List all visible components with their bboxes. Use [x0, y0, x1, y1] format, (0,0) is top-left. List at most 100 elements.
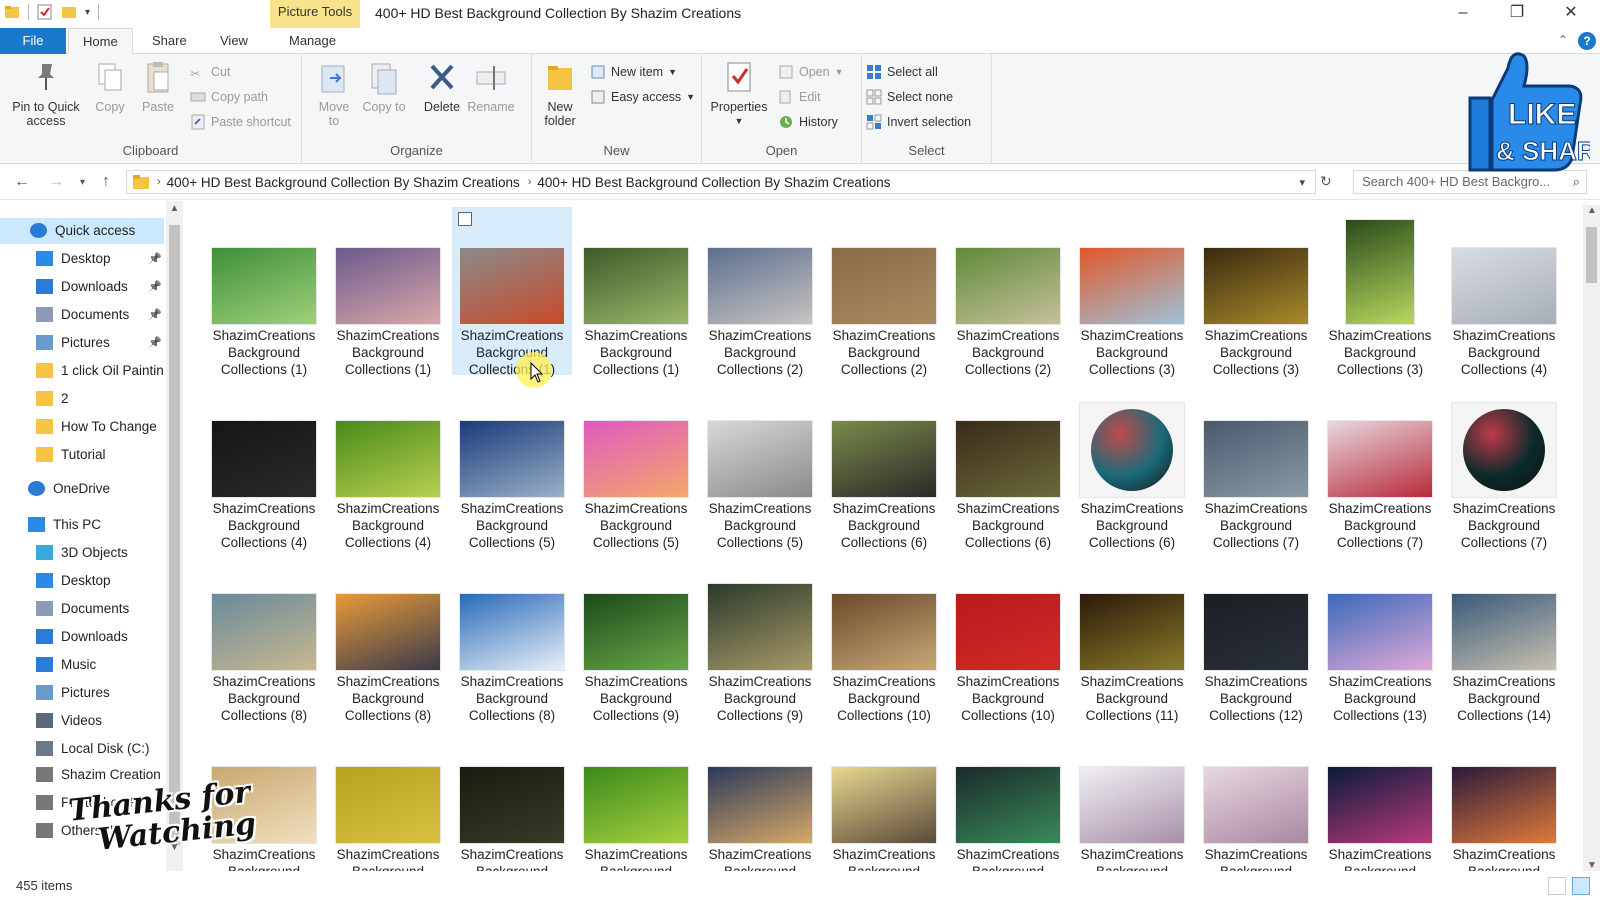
pin-icon[interactable]: 📌 [148, 302, 162, 328]
file-item[interactable]: ShazimCreations Background Collections (… [328, 380, 448, 550]
file-item[interactable]: ShazimCreations Background [1444, 726, 1564, 871]
item-checkbox[interactable] [458, 212, 472, 226]
file-item[interactable]: ShazimCreations Background Collections (… [1320, 380, 1440, 550]
file-item[interactable]: ShazimCreations Background Collections (… [1072, 553, 1192, 723]
scroll-up-icon[interactable]: ▲ [1587, 205, 1597, 216]
tab-share[interactable]: Share [138, 28, 201, 54]
file-item[interactable]: ShazimCreations Background Collections (… [948, 380, 1068, 550]
tab-manage[interactable]: Manage [275, 28, 350, 54]
new-item-button[interactable]: New item ▼ [590, 62, 677, 82]
history-button[interactable]: History [778, 112, 838, 132]
sidebar-item[interactable]: Videos [0, 708, 164, 734]
file-item[interactable]: ShazimCreations Background Collections (… [204, 553, 324, 723]
open-button[interactable]: Open ▼ [778, 62, 844, 82]
scrollbar-thumb[interactable] [169, 225, 180, 845]
properties-check-icon[interactable] [37, 4, 53, 20]
refresh-icon[interactable]: ↻ [1320, 173, 1332, 190]
sidebar-item[interactable]: Shazim Creation [0, 762, 164, 788]
forward-arrow-icon[interactable]: → [48, 173, 64, 191]
file-item[interactable]: ShazimCreations Background Collections (… [576, 380, 696, 550]
tab-file[interactable]: File [0, 28, 66, 54]
restore-button[interactable]: ❐ [1494, 0, 1540, 28]
sidebar-item[interactable]: Downloads 📌 [0, 274, 164, 300]
file-item[interactable]: ShazimCreations Background Collections (… [700, 207, 820, 377]
move-to-button[interactable]: Move to [312, 60, 356, 128]
file-item[interactable]: ShazimCreations Background Collections (… [576, 207, 696, 377]
recent-locations-chevron-icon[interactable]: ▾ [80, 177, 85, 188]
rename-button[interactable]: Rename [466, 60, 516, 114]
file-item[interactable]: ShazimCreations Background Collections (… [328, 207, 448, 377]
sidebar-item[interactable]: Pictures 📌 [0, 330, 164, 356]
file-item[interactable]: ShazimCreations Background Collections (… [328, 553, 448, 723]
sidebar-item[interactable]: Music [0, 652, 164, 678]
file-item[interactable]: ShazimCreations Background [328, 726, 448, 871]
file-item[interactable]: ShazimCreations Background [1196, 726, 1316, 871]
file-item[interactable]: ShazimCreations Background Collections (… [1196, 380, 1316, 550]
pin-icon[interactable]: 📌 [148, 246, 162, 272]
file-item[interactable]: ShazimCreations Background [1072, 726, 1192, 871]
file-item[interactable]: ShazimCreations Background [948, 726, 1068, 871]
copy-to-button[interactable]: Copy to [362, 60, 406, 114]
cut-button[interactable]: ✂ Cut [190, 62, 230, 82]
back-arrow-icon[interactable]: ← [14, 173, 30, 191]
file-item[interactable]: ShazimCreations Background Collections (… [824, 380, 944, 550]
minimize-button[interactable]: – [1440, 0, 1486, 28]
scroll-up-icon[interactable]: ▲ [166, 203, 183, 214]
content-scrollbar[interactable]: ▲ ▼ [1583, 205, 1600, 871]
file-item[interactable]: ShazimCreations Background Collections (… [452, 380, 572, 550]
file-item[interactable]: ShazimCreations Background Collections (… [204, 207, 324, 377]
file-item[interactable]: ShazimCreations Background Collections (… [700, 553, 820, 723]
sidebar-item[interactable]: Quick access [0, 218, 164, 244]
invert-selection-button[interactable]: Invert selection [866, 112, 971, 132]
select-all-button[interactable]: Select all [866, 62, 938, 82]
file-item[interactable]: ShazimCreations Background [576, 726, 696, 871]
sidebar-item[interactable]: Desktop [0, 568, 164, 594]
file-item[interactable]: ShazimCreations Background Collections (… [824, 207, 944, 377]
up-arrow-icon[interactable]: ↑ [102, 173, 110, 191]
properties-button[interactable]: Properties ▼ [708, 60, 770, 128]
sidebar-item[interactable]: Documents 📌 [0, 302, 164, 328]
paste-shortcut-button[interactable]: Paste shortcut [190, 112, 291, 132]
breadcrumb-separator-icon[interactable]: › [528, 176, 532, 188]
sidebar-item[interactable]: Downloads [0, 624, 164, 650]
new-folder-button[interactable]: New folder [536, 60, 584, 128]
file-item[interactable]: ShazimCreations Background Collections (… [1444, 207, 1564, 377]
file-item[interactable]: ShazimCreations Background Collections (… [452, 207, 572, 377]
easy-access-button[interactable]: Easy access ▼ [590, 87, 695, 107]
file-item[interactable]: ShazimCreations Background Collections (… [1072, 207, 1192, 377]
new-folder-icon[interactable] [61, 4, 77, 20]
file-item[interactable]: ShazimCreations Background Collections (… [1320, 553, 1440, 723]
breadcrumb-separator-icon[interactable]: › [157, 176, 161, 188]
edit-button[interactable]: Edit [778, 87, 821, 107]
select-none-button[interactable]: Select none [866, 87, 953, 107]
sidebar-item[interactable]: 2 [0, 386, 164, 412]
sidebar-item[interactable]: Desktop 📌 [0, 246, 164, 272]
sidebar-item[interactable]: 1 click Oil Paintin [0, 358, 164, 384]
close-button[interactable]: ✕ [1548, 0, 1594, 28]
large-icons-view-icon[interactable] [1572, 877, 1590, 895]
scroll-down-icon[interactable]: ▼ [1587, 860, 1597, 871]
sidebar-item[interactable]: Local Disk (C:) [0, 736, 164, 762]
pin-icon[interactable]: 📌 [148, 330, 162, 356]
file-item[interactable]: ShazimCreations Background [824, 726, 944, 871]
address-bar[interactable]: › 400+ HD Best Background Collection By … [126, 170, 1316, 194]
sidebar-item[interactable]: This PC [0, 512, 164, 538]
sidebar-item[interactable]: OneDrive [0, 476, 164, 502]
file-item[interactable]: ShazimCreations Background Collections (… [452, 553, 572, 723]
file-item[interactable]: ShazimCreations Background Collections (… [1072, 380, 1192, 550]
file-item[interactable]: ShazimCreations Background Collections (… [948, 553, 1068, 723]
address-dropdown-chevron-icon[interactable]: ▾ [1299, 176, 1305, 189]
scrollbar-thumb[interactable] [1586, 227, 1597, 283]
breadcrumb-segment[interactable]: 400+ HD Best Background Collection By Sh… [537, 175, 890, 190]
pin-to-quick-access-button[interactable]: Pin to Quick access [6, 60, 86, 128]
sidebar-item[interactable]: Documents [0, 596, 164, 622]
paste-button[interactable]: Paste [136, 60, 180, 114]
breadcrumb-segment[interactable]: 400+ HD Best Background Collection By Sh… [167, 175, 520, 190]
sidebar-item[interactable]: How To Change [0, 414, 164, 440]
tab-home[interactable]: Home [68, 28, 133, 55]
tab-view[interactable]: View [206, 28, 262, 54]
delete-button[interactable]: Delete [420, 60, 464, 114]
pin-icon[interactable]: 📌 [148, 274, 162, 300]
file-item[interactable]: ShazimCreations Background Collections (… [1196, 553, 1316, 723]
copy-path-button[interactable]: Copy path [190, 87, 268, 107]
